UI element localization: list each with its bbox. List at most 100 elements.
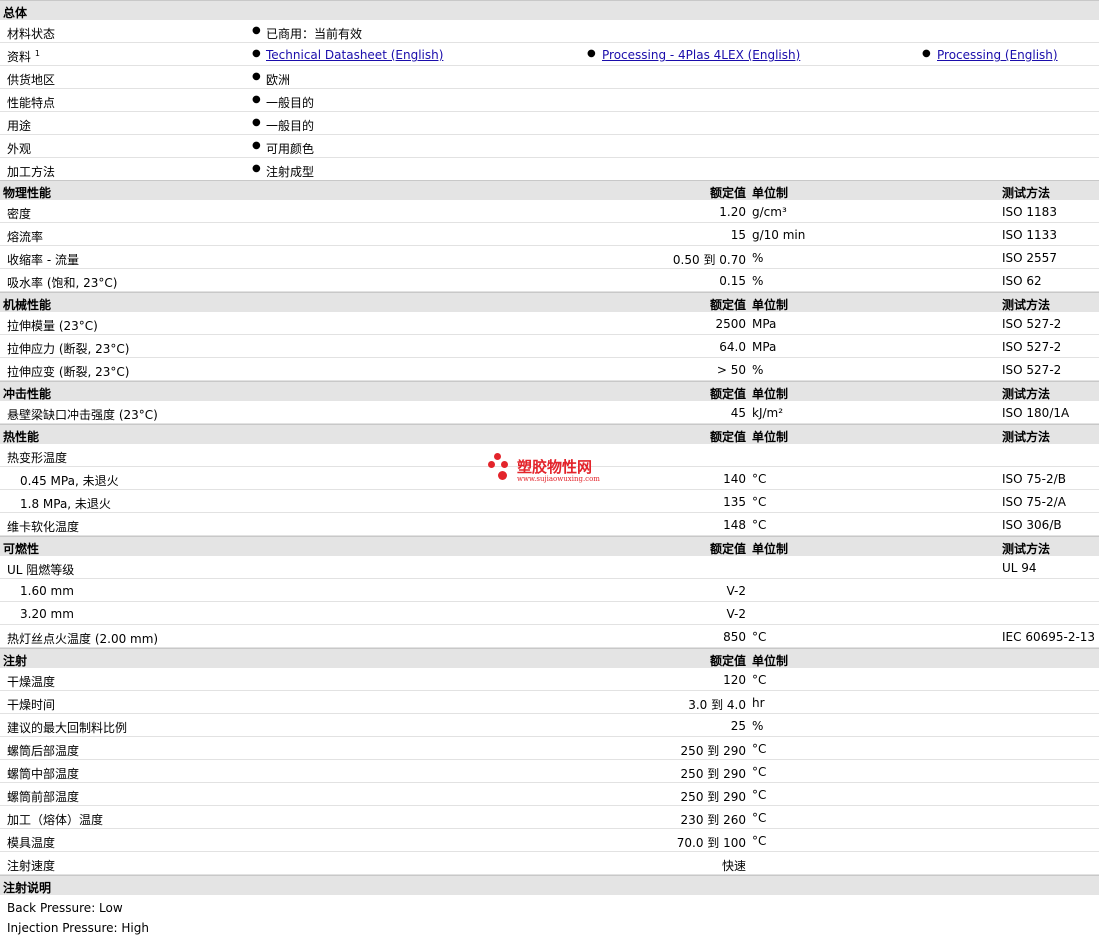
bullet-icon: ● bbox=[587, 48, 596, 59]
row-label: 用途 bbox=[7, 119, 32, 133]
property-label: 注射速度 bbox=[7, 859, 56, 873]
nominal-value: > 50 bbox=[716, 363, 746, 377]
section-title: 总体 bbox=[3, 6, 28, 20]
nominal-value: 快速 bbox=[721, 859, 746, 873]
section-header-injection: 注射 额定值 单位制 bbox=[0, 648, 1099, 668]
nominal-value: 250 到 290 bbox=[680, 767, 746, 781]
nominal-header: 额定值 bbox=[709, 542, 746, 556]
thermal-row: 维卡软化温度 148 °C ISO 306/B bbox=[0, 513, 1099, 536]
processing-link[interactable]: Processing (English) bbox=[937, 48, 1058, 62]
nominal-value: 140 bbox=[723, 472, 746, 486]
test-method: ISO 2557 bbox=[1002, 251, 1057, 265]
property-label: 0.45 MPa, 未退火 bbox=[20, 474, 119, 488]
test-header: 测试方法 bbox=[1002, 298, 1051, 312]
row-value: 注射成型 bbox=[266, 165, 315, 179]
injection-row: 干燥时间 3.0 到 4.0 hr bbox=[0, 691, 1099, 714]
property-label: 螺筒前部温度 bbox=[7, 790, 80, 804]
injection-pressure-note: Injection Pressure: High bbox=[7, 921, 149, 935]
property-label: 收缩率 - 流量 bbox=[7, 253, 79, 267]
nominal-header: 额定值 bbox=[709, 430, 746, 444]
unit-value: °C bbox=[752, 811, 767, 825]
features-row: 性能特点 ● 一般目的 bbox=[0, 89, 1099, 112]
unit-value: hr bbox=[752, 696, 765, 710]
injection-row: 加工（熔体）温度 230 到 260 °C bbox=[0, 806, 1099, 829]
unit-value: °C bbox=[752, 630, 767, 644]
bullet-icon: ● bbox=[252, 140, 261, 151]
technical-datasheet-link[interactable]: Technical Datasheet (English) bbox=[266, 48, 443, 62]
section-header-general: 总体 bbox=[0, 0, 1099, 20]
nominal-value: 25 bbox=[730, 719, 746, 733]
injection-row: 建议的最大回制料比例 25% bbox=[0, 714, 1099, 737]
row-value: 已商用：当前有效 bbox=[266, 27, 363, 41]
nominal-value: V-2 bbox=[726, 584, 746, 598]
injection-row: 螺筒前部温度 250 到 290 °C bbox=[0, 783, 1099, 806]
row-value: 欧洲 bbox=[266, 73, 291, 87]
section-header-thermal: 热性能 额定值 单位制 测试方法 bbox=[0, 424, 1099, 444]
uses-row: 用途 ● 一般目的 bbox=[0, 112, 1099, 135]
row-label: 外观 bbox=[7, 142, 32, 156]
test-method: ISO 527-2 bbox=[1002, 363, 1062, 377]
test-method: UL 94 bbox=[1002, 561, 1037, 575]
processing-4plas-link[interactable]: Processing - 4Plas 4LEX (English) bbox=[602, 48, 800, 62]
row-value: 一般目的 bbox=[266, 119, 315, 133]
injection-row: 螺筒后部温度 250 到 290 °C bbox=[0, 737, 1099, 760]
section-header-physical: 物理性能 额定值 单位制 测试方法 bbox=[0, 180, 1099, 200]
nominal-value: 0.50 到 0.70 bbox=[672, 253, 746, 267]
injection-row: 模具温度 70.0 到 100 °C bbox=[0, 829, 1099, 852]
nominal-value: 64.0 bbox=[719, 340, 746, 354]
test-method: ISO 527-2 bbox=[1002, 340, 1062, 354]
bullet-icon: ● bbox=[252, 25, 261, 36]
physical-row: 吸水率 (饱和, 23°C) 0.15% ISO 62 bbox=[0, 269, 1099, 292]
unit-header: 单位制 bbox=[752, 542, 789, 556]
nominal-header: 额定值 bbox=[709, 186, 746, 200]
property-label: 1.60 mm bbox=[20, 584, 74, 598]
property-label: 干燥时间 bbox=[7, 698, 56, 712]
section-header-notes: 注射说明 bbox=[0, 875, 1099, 895]
unit-value: % bbox=[752, 251, 764, 265]
injection-row: 干燥温度 120 °C bbox=[0, 668, 1099, 691]
unit-value: % bbox=[752, 274, 764, 288]
unit-header: 单位制 bbox=[752, 387, 789, 401]
section-title: 注射说明 bbox=[3, 881, 52, 895]
unit-value: MPa bbox=[752, 317, 777, 331]
test-method: ISO 1183 bbox=[1002, 205, 1057, 219]
test-header: 测试方法 bbox=[1002, 430, 1051, 444]
section-title: 可燃性 bbox=[3, 542, 40, 556]
back-pressure-note: Back Pressure: Low bbox=[7, 901, 123, 915]
section-header-flammability: 可燃性 额定值 单位制 测试方法 bbox=[0, 536, 1099, 556]
unit-value: °C bbox=[752, 788, 767, 802]
mechanical-row: 拉伸模量 (23°C) 2500 MPa ISO 527-2 bbox=[0, 312, 1099, 335]
row-value: 一般目的 bbox=[266, 96, 315, 110]
flammability-row: 热灯丝点火温度 (2.00 mm) 850 °C IEC 60695-2-13 bbox=[0, 625, 1099, 648]
section-header-mechanical: 机械性能 额定值 单位制 测试方法 bbox=[0, 292, 1099, 312]
bullet-icon: ● bbox=[252, 71, 261, 82]
property-label: 悬壁梁缺口冲击强度 (23°C) bbox=[7, 408, 158, 422]
unit-value: °C bbox=[752, 472, 767, 486]
test-header: 测试方法 bbox=[1002, 387, 1051, 401]
watermark-name: 塑胶物性网 bbox=[517, 458, 593, 476]
property-label: 1.8 MPa, 未退火 bbox=[20, 497, 111, 511]
nominal-value: 1.20 bbox=[719, 205, 746, 219]
property-label: 螺筒后部温度 bbox=[7, 744, 80, 758]
nominal-header: 额定值 bbox=[709, 654, 746, 668]
bullet-icon: ● bbox=[252, 163, 261, 174]
documents-row: 资料 1 ● Technical Datasheet (English) ● P… bbox=[0, 43, 1099, 66]
property-label: 螺筒中部温度 bbox=[7, 767, 80, 781]
physical-row: 密度 1.20 g/cm³ ISO 1183 bbox=[0, 200, 1099, 223]
physical-row: 收缩率 - 流量 0.50 到 0.70% ISO 2557 bbox=[0, 246, 1099, 269]
row-label: 资料 1 bbox=[7, 49, 40, 64]
property-label: 热变形温度 bbox=[7, 451, 68, 465]
bullet-icon: ● bbox=[252, 94, 261, 105]
nominal-value: 15 bbox=[730, 228, 746, 242]
nominal-value: 135 bbox=[723, 495, 746, 509]
property-label: 干燥温度 bbox=[7, 675, 56, 689]
test-method: ISO 75-2/A bbox=[1002, 495, 1066, 509]
unit-value: °C bbox=[752, 518, 767, 532]
watermark-url: www.sujiaowuxing.com bbox=[517, 475, 600, 483]
unit-value: MPa bbox=[752, 340, 777, 354]
unit-header: 单位制 bbox=[752, 430, 789, 444]
unit-value: °C bbox=[752, 673, 767, 687]
property-label: 拉伸应变 (断裂, 23°C) bbox=[7, 365, 130, 379]
unit-value: g/10 min bbox=[752, 228, 806, 242]
row-label: 性能特点 bbox=[7, 96, 56, 110]
